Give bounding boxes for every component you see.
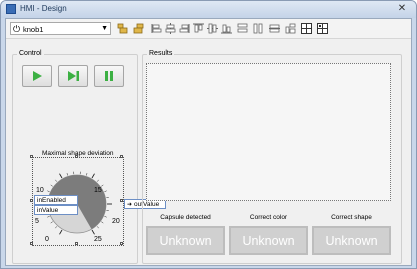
- align-center-icon[interactable]: [165, 23, 176, 34]
- step-button[interactable]: [58, 65, 88, 87]
- distribute-vertical-icon[interactable]: [269, 23, 280, 34]
- align-middle-icon[interactable]: [179, 23, 190, 34]
- snap-grid-icon[interactable]: [301, 23, 312, 34]
- play-button[interactable]: [22, 65, 52, 87]
- results-group-label: Results: [147, 50, 175, 57]
- designer-canvas: ⏻ knob1 ▼ Control Maximal shape deviatio…: [5, 18, 412, 266]
- status-label-capsule: Capsule detected: [160, 214, 211, 221]
- pause-button[interactable]: [94, 65, 124, 87]
- close-button[interactable]: ✕: [396, 3, 408, 15]
- align-bottom-icon[interactable]: [193, 23, 204, 34]
- pause-icon: [105, 71, 113, 81]
- same-width-icon[interactable]: [207, 23, 218, 34]
- output-arrow-icon: ➜: [127, 202, 133, 208]
- toolbar: ⏻ knob1 ▼: [6, 19, 411, 39]
- resize-handle[interactable]: [120, 242, 123, 245]
- pin-in-value[interactable]: inValue: [34, 205, 78, 215]
- resize-handle[interactable]: [30, 242, 33, 245]
- play-icon: [33, 71, 42, 81]
- resize-handle[interactable]: [120, 199, 123, 202]
- snap-lines-icon[interactable]: [317, 23, 328, 34]
- same-height-icon[interactable]: [221, 23, 232, 34]
- status-indicator-capsule: Unknown: [146, 226, 225, 255]
- pin-in-enabled[interactable]: inEnabled: [34, 195, 78, 205]
- resize-handle[interactable]: [120, 155, 123, 158]
- power-icon: ⏻: [13, 24, 21, 34]
- grid-icon[interactable]: [285, 23, 296, 34]
- status-label-color: Correct color: [249, 214, 288, 221]
- chevron-down-icon[interactable]: ▼: [101, 23, 108, 34]
- status-indicator-color: Unknown: [229, 226, 308, 255]
- designer-window: HMI - Design ✕ ⏻ knob1 ▼ Control Maximal…: [0, 0, 417, 269]
- resize-handle[interactable]: [75, 242, 78, 245]
- status-indicator-shape: Unknown: [312, 226, 391, 255]
- control-group-label: Control: [17, 50, 44, 57]
- status-label-shape: Correct shape: [331, 214, 372, 221]
- step-forward-icon: [67, 71, 79, 81]
- same-size-icon[interactable]: [237, 23, 248, 34]
- resize-handle[interactable]: [75, 155, 78, 158]
- app-icon: [6, 4, 16, 14]
- resize-handle[interactable]: [30, 155, 33, 158]
- window-title: HMI - Design: [20, 4, 67, 13]
- results-display: [146, 63, 391, 201]
- component-selector-value: knob1: [23, 25, 44, 34]
- align-left-icon[interactable]: [117, 23, 128, 34]
- align-top-icon[interactable]: [151, 23, 162, 34]
- title-bar[interactable]: HMI - Design ✕: [1, 1, 416, 18]
- resize-handle[interactable]: [30, 199, 33, 202]
- component-selector[interactable]: ⏻ knob1 ▼: [10, 22, 111, 35]
- align-right-icon[interactable]: [133, 23, 144, 34]
- distribute-horizontal-icon[interactable]: [253, 23, 264, 34]
